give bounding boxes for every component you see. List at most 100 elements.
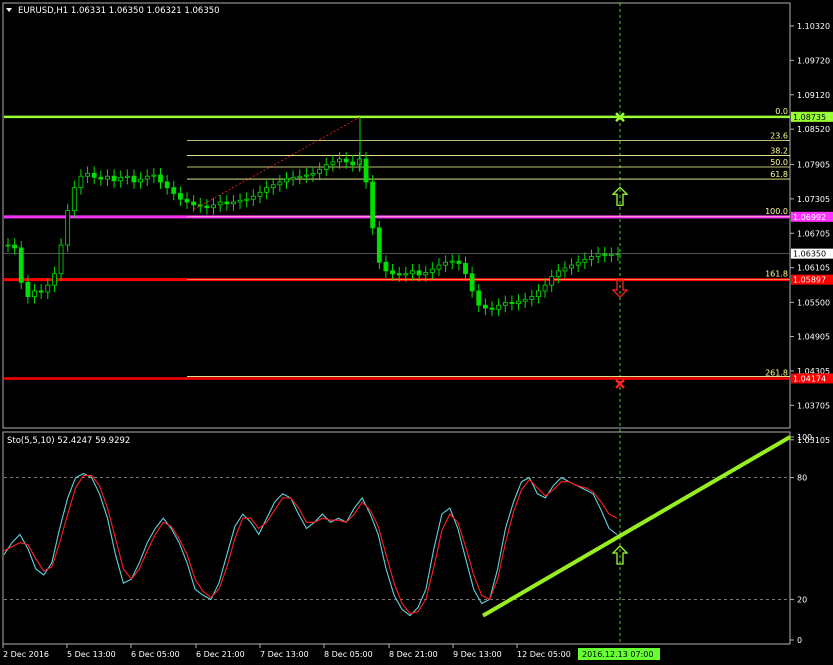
- candle-body: [250, 195, 256, 200]
- candle-body: [549, 276, 555, 286]
- candle-body: [105, 175, 110, 180]
- candle-body: [350, 161, 356, 166]
- candle-body: [469, 273, 475, 292]
- stoch-axis-label: 20: [797, 595, 807, 604]
- time-axis-label: 5 Dec 13:00: [67, 650, 116, 659]
- candle-body: [456, 260, 462, 264]
- time-axis-label: 12 Dec 05:00: [517, 650, 571, 659]
- candle-body: [370, 181, 376, 229]
- candle-body: [85, 172, 90, 177]
- candle-body: [595, 253, 601, 257]
- key-level-ratio-label: 100.0: [765, 207, 788, 216]
- candle-body: [536, 290, 541, 298]
- candle-body: [217, 201, 223, 206]
- candle-body: [118, 176, 124, 182]
- candle-body: [184, 198, 190, 203]
- candle-body: [509, 301, 515, 304]
- price-axis-label: 1.04905: [797, 333, 830, 342]
- candle-body: [191, 201, 197, 206]
- stoch-axis-label: 0: [797, 636, 802, 645]
- candle-body: [5, 244, 11, 247]
- price-axis-label: 1.06705: [797, 229, 830, 238]
- candle-body: [58, 244, 64, 275]
- candle-body: [569, 264, 574, 269]
- candle-body: [608, 253, 614, 256]
- key-level-ratio-label: 261.8: [765, 368, 788, 377]
- candle-body: [164, 181, 170, 189]
- candle-body: [12, 244, 18, 249]
- candle-body: [496, 304, 502, 310]
- candle-body: [317, 168, 323, 174]
- candle-body: [124, 175, 130, 178]
- price-axis-label: 1.10320: [797, 22, 830, 31]
- time-axis-label: 2 Dec 2016: [3, 650, 49, 659]
- candle-body: [310, 172, 316, 176]
- price-tag-label: 1.04174: [793, 374, 826, 383]
- candle-body: [98, 176, 104, 180]
- price-axis-label: 1.03705: [797, 401, 830, 410]
- candle-body: [383, 261, 389, 272]
- indicator-header: Sto(5,5,10) 52.4247 59.9292: [7, 436, 130, 446]
- candle-body: [237, 199, 243, 203]
- candle-body: [131, 175, 137, 183]
- candle-body: [330, 161, 336, 166]
- fib-level-label: 61.8: [770, 170, 788, 179]
- time-axis-label: 8 Dec 05:00: [324, 650, 373, 659]
- price-axis-label: 1.07905: [797, 160, 830, 169]
- candle-body: [158, 174, 163, 183]
- candle-body: [449, 260, 455, 263]
- candle-body: [264, 187, 269, 193]
- candle-body: [257, 191, 263, 197]
- candle-body: [516, 300, 521, 304]
- price-axis-label: 1.07305: [797, 195, 830, 204]
- candle-body: [575, 261, 581, 266]
- candle-body: [542, 284, 548, 292]
- candle-body: [144, 175, 150, 180]
- candle-body: [363, 158, 369, 183]
- price-axis-label: 1.05500: [797, 298, 830, 307]
- candle-body: [204, 205, 210, 209]
- price-tag-label: 1.08735: [793, 113, 826, 122]
- indicator-pane[interactable]: [2, 431, 791, 645]
- candle-body: [529, 296, 535, 300]
- candle-body: [297, 175, 303, 178]
- indicator-label: Sto(5,5,10) 52.4247 59.9292: [7, 436, 130, 446]
- candle-body: [337, 158, 342, 163]
- candle-body: [403, 273, 409, 276]
- candle-body: [323, 164, 329, 170]
- candle-body: [489, 307, 495, 310]
- current-price-label: 1.06350: [793, 250, 826, 259]
- candle-body: [231, 201, 236, 205]
- key-level-ratio-label: 0.0: [775, 107, 788, 116]
- price-axis-label: 1.09120: [797, 91, 830, 100]
- candle-body: [290, 176, 296, 180]
- candle-body: [562, 267, 568, 272]
- time-axis-label: 9 Dec 13:00: [453, 650, 502, 659]
- candle-body: [211, 204, 216, 209]
- candle-body: [111, 175, 117, 182]
- candle-body: [38, 290, 44, 293]
- price-tag-label: 1.05897: [793, 276, 826, 285]
- fib-level-label: 50.0: [770, 158, 788, 167]
- price-axis-label: 1.08520: [797, 125, 830, 134]
- candle-body: [357, 158, 362, 166]
- candle-body: [443, 261, 449, 266]
- candle-body: [171, 187, 177, 194]
- trading-chart[interactable]: EURUSD,H1 1.06331 1.06350 1.06321 1.0635…: [0, 0, 833, 665]
- candle-body: [151, 174, 157, 177]
- candle-body: [45, 284, 51, 293]
- time-highlight-label[interactable]: 2016.12.13 07:00: [582, 650, 653, 659]
- candle-body: [522, 299, 528, 302]
- symbol-ohlc-label: EURUSD,H1 1.06331 1.06350 1.06321 1.0635…: [18, 6, 220, 16]
- candle-body: [138, 178, 144, 183]
- candle-body: [436, 264, 442, 270]
- candle-body: [284, 178, 289, 183]
- candle-body: [423, 272, 429, 276]
- candle-body: [476, 290, 482, 306]
- candle-body: [52, 273, 57, 286]
- candle-body: [25, 281, 31, 298]
- price-axis-label: 1.06105: [797, 264, 830, 273]
- candle-body: [463, 262, 468, 275]
- candle-body: [410, 270, 415, 275]
- candle-body: [32, 290, 37, 298]
